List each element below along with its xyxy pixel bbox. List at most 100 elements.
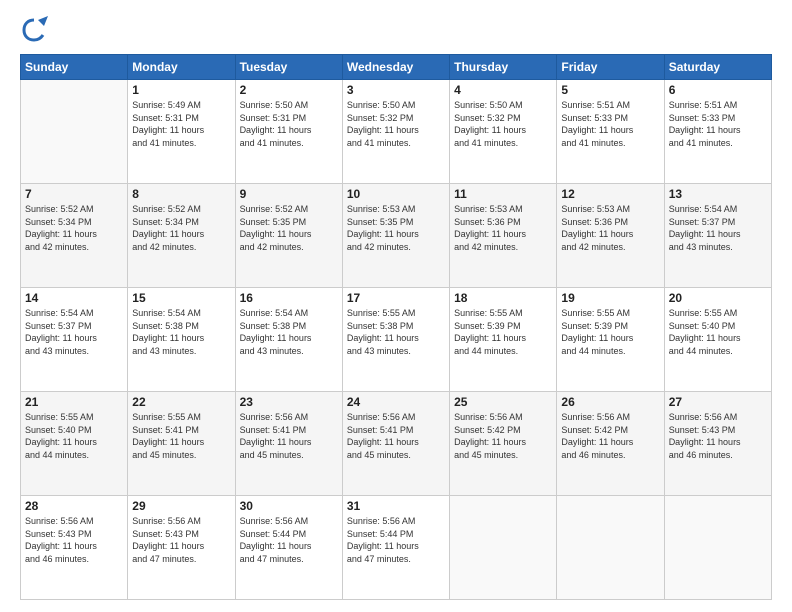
calendar-cell: 27 Sunrise: 5:56 AM Sunset: 5:43 PM Dayli… <box>664 392 771 496</box>
day-info: Sunrise: 5:56 AM Sunset: 5:41 PM Dayligh… <box>240 411 338 461</box>
day-number: 31 <box>347 499 445 513</box>
day-info: Sunrise: 5:55 AM Sunset: 5:38 PM Dayligh… <box>347 307 445 357</box>
day-info: Sunrise: 5:56 AM Sunset: 5:43 PM Dayligh… <box>132 515 230 565</box>
calendar-cell: 26 Sunrise: 5:56 AM Sunset: 5:42 PM Dayli… <box>557 392 664 496</box>
day-info: Sunrise: 5:54 AM Sunset: 5:37 PM Dayligh… <box>25 307 123 357</box>
day-info: Sunrise: 5:53 AM Sunset: 5:36 PM Dayligh… <box>454 203 552 253</box>
page: SundayMondayTuesdayWednesdayThursdayFrid… <box>0 0 792 612</box>
day-number: 21 <box>25 395 123 409</box>
logo-icon <box>20 16 48 44</box>
day-info: Sunrise: 5:56 AM Sunset: 5:42 PM Dayligh… <box>454 411 552 461</box>
day-info: Sunrise: 5:51 AM Sunset: 5:33 PM Dayligh… <box>561 99 659 149</box>
day-info: Sunrise: 5:55 AM Sunset: 5:41 PM Dayligh… <box>132 411 230 461</box>
day-number: 17 <box>347 291 445 305</box>
day-info: Sunrise: 5:51 AM Sunset: 5:33 PM Dayligh… <box>669 99 767 149</box>
calendar-cell: 19 Sunrise: 5:55 AM Sunset: 5:39 PM Dayli… <box>557 288 664 392</box>
day-info: Sunrise: 5:52 AM Sunset: 5:34 PM Dayligh… <box>132 203 230 253</box>
day-info: Sunrise: 5:50 AM Sunset: 5:32 PM Dayligh… <box>454 99 552 149</box>
day-number: 22 <box>132 395 230 409</box>
calendar-header-row: SundayMondayTuesdayWednesdayThursdayFrid… <box>21 55 772 80</box>
calendar-cell: 31 Sunrise: 5:56 AM Sunset: 5:44 PM Dayli… <box>342 496 449 600</box>
day-info: Sunrise: 5:49 AM Sunset: 5:31 PM Dayligh… <box>132 99 230 149</box>
day-number: 4 <box>454 83 552 97</box>
day-number: 19 <box>561 291 659 305</box>
calendar-cell: 14 Sunrise: 5:54 AM Sunset: 5:37 PM Dayli… <box>21 288 128 392</box>
calendar-cell: 16 Sunrise: 5:54 AM Sunset: 5:38 PM Dayli… <box>235 288 342 392</box>
day-info: Sunrise: 5:55 AM Sunset: 5:40 PM Dayligh… <box>25 411 123 461</box>
weekday-header: Wednesday <box>342 55 449 80</box>
calendar-week-row: 7Sunrise: 5:52 AM Sunset: 5:34 PM Daylig… <box>21 184 772 288</box>
calendar-cell: 5 Sunrise: 5:51 AM Sunset: 5:33 PM Daylig… <box>557 80 664 184</box>
day-info: Sunrise: 5:56 AM Sunset: 5:41 PM Dayligh… <box>347 411 445 461</box>
day-number: 10 <box>347 187 445 201</box>
weekday-header: Friday <box>557 55 664 80</box>
day-info: Sunrise: 5:54 AM Sunset: 5:37 PM Dayligh… <box>669 203 767 253</box>
day-number: 25 <box>454 395 552 409</box>
calendar-cell: 3Sunrise: 5:50 AM Sunset: 5:32 PM Daylig… <box>342 80 449 184</box>
day-number: 20 <box>669 291 767 305</box>
day-info: Sunrise: 5:54 AM Sunset: 5:38 PM Dayligh… <box>240 307 338 357</box>
day-number: 6 <box>669 83 767 97</box>
day-info: Sunrise: 5:55 AM Sunset: 5:40 PM Dayligh… <box>669 307 767 357</box>
calendar-cell: 13 Sunrise: 5:54 AM Sunset: 5:37 PM Dayli… <box>664 184 771 288</box>
day-info: Sunrise: 5:50 AM Sunset: 5:31 PM Dayligh… <box>240 99 338 149</box>
calendar-cell: 1 Sunrise: 5:49 AM Sunset: 5:31 PM Daylig… <box>128 80 235 184</box>
calendar-cell: 6 Sunrise: 5:51 AM Sunset: 5:33 PM Daylig… <box>664 80 771 184</box>
weekday-header: Thursday <box>450 55 557 80</box>
day-info: Sunrise: 5:54 AM Sunset: 5:38 PM Dayligh… <box>132 307 230 357</box>
day-number: 18 <box>454 291 552 305</box>
calendar-week-row: 1 Sunrise: 5:49 AM Sunset: 5:31 PM Daylig… <box>21 80 772 184</box>
day-number: 26 <box>561 395 659 409</box>
calendar-cell: 21 Sunrise: 5:55 AM Sunset: 5:40 PM Dayli… <box>21 392 128 496</box>
day-info: Sunrise: 5:55 AM Sunset: 5:39 PM Dayligh… <box>561 307 659 357</box>
day-info: Sunrise: 5:56 AM Sunset: 5:42 PM Dayligh… <box>561 411 659 461</box>
weekday-header: Monday <box>128 55 235 80</box>
calendar-cell: 23 Sunrise: 5:56 AM Sunset: 5:41 PM Dayli… <box>235 392 342 496</box>
calendar-cell <box>664 496 771 600</box>
weekday-header: Sunday <box>21 55 128 80</box>
day-info: Sunrise: 5:56 AM Sunset: 5:44 PM Dayligh… <box>240 515 338 565</box>
day-info: Sunrise: 5:56 AM Sunset: 5:43 PM Dayligh… <box>669 411 767 461</box>
day-number: 27 <box>669 395 767 409</box>
day-info: Sunrise: 5:50 AM Sunset: 5:32 PM Dayligh… <box>347 99 445 149</box>
day-info: Sunrise: 5:56 AM Sunset: 5:44 PM Dayligh… <box>347 515 445 565</box>
calendar-cell: 25 Sunrise: 5:56 AM Sunset: 5:42 PM Dayli… <box>450 392 557 496</box>
day-number: 30 <box>240 499 338 513</box>
calendar-cell: 22 Sunrise: 5:55 AM Sunset: 5:41 PM Dayli… <box>128 392 235 496</box>
day-number: 29 <box>132 499 230 513</box>
calendar-cell: 11 Sunrise: 5:53 AM Sunset: 5:36 PM Dayli… <box>450 184 557 288</box>
calendar-cell: 15Sunrise: 5:54 AM Sunset: 5:38 PM Dayli… <box>128 288 235 392</box>
calendar-table: SundayMondayTuesdayWednesdayThursdayFrid… <box>20 54 772 600</box>
calendar-cell: 2Sunrise: 5:50 AM Sunset: 5:31 PM Daylig… <box>235 80 342 184</box>
calendar-cell: 8Sunrise: 5:52 AM Sunset: 5:34 PM Daylig… <box>128 184 235 288</box>
day-number: 14 <box>25 291 123 305</box>
day-number: 16 <box>240 291 338 305</box>
day-info: Sunrise: 5:56 AM Sunset: 5:43 PM Dayligh… <box>25 515 123 565</box>
day-number: 11 <box>454 187 552 201</box>
weekday-header: Saturday <box>664 55 771 80</box>
calendar-cell: 29 Sunrise: 5:56 AM Sunset: 5:43 PM Dayli… <box>128 496 235 600</box>
day-info: Sunrise: 5:55 AM Sunset: 5:39 PM Dayligh… <box>454 307 552 357</box>
day-number: 24 <box>347 395 445 409</box>
calendar-cell: 10Sunrise: 5:53 AM Sunset: 5:35 PM Dayli… <box>342 184 449 288</box>
day-number: 5 <box>561 83 659 97</box>
day-number: 23 <box>240 395 338 409</box>
calendar-cell <box>21 80 128 184</box>
calendar-cell: 17 Sunrise: 5:55 AM Sunset: 5:38 PM Dayli… <box>342 288 449 392</box>
calendar-cell: 9Sunrise: 5:52 AM Sunset: 5:35 PM Daylig… <box>235 184 342 288</box>
day-number: 13 <box>669 187 767 201</box>
day-number: 1 <box>132 83 230 97</box>
day-number: 12 <box>561 187 659 201</box>
calendar-cell <box>450 496 557 600</box>
calendar-cell: 18 Sunrise: 5:55 AM Sunset: 5:39 PM Dayli… <box>450 288 557 392</box>
calendar-cell: 24 Sunrise: 5:56 AM Sunset: 5:41 PM Dayli… <box>342 392 449 496</box>
calendar-cell <box>557 496 664 600</box>
header <box>20 16 772 44</box>
calendar-cell: 30 Sunrise: 5:56 AM Sunset: 5:44 PM Dayli… <box>235 496 342 600</box>
day-number: 9 <box>240 187 338 201</box>
day-number: 28 <box>25 499 123 513</box>
calendar-cell: 7Sunrise: 5:52 AM Sunset: 5:34 PM Daylig… <box>21 184 128 288</box>
calendar-cell: 20 Sunrise: 5:55 AM Sunset: 5:40 PM Dayli… <box>664 288 771 392</box>
weekday-header: Tuesday <box>235 55 342 80</box>
calendar-cell: 12Sunrise: 5:53 AM Sunset: 5:36 PM Dayli… <box>557 184 664 288</box>
